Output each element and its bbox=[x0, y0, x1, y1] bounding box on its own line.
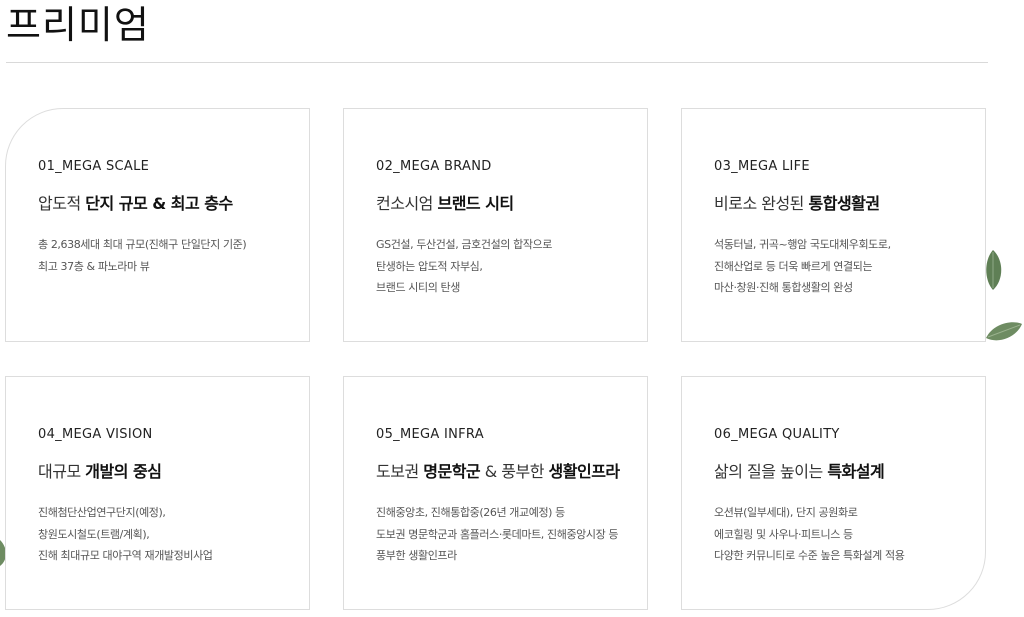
card-number: 01_MEGA SCALE bbox=[38, 159, 150, 174]
feature-card-infra: 05_MEGA INFRA 도보권 명문학군 & 풍부한 생활인프라 진해중앙초… bbox=[343, 376, 648, 610]
card-heading: 삶의 질을 높이는 특화설계 bbox=[714, 462, 885, 481]
card-description: 진해첨단산업연구단지(예정), 창원도시철도(트램/계획), 진해 최대규모 대… bbox=[38, 506, 213, 562]
card-number: 02_MEGA BRAND bbox=[376, 159, 492, 174]
divider bbox=[6, 62, 988, 63]
card-number: 06_MEGA QUALITY bbox=[714, 427, 840, 442]
feature-card-scale: 01_MEGA SCALE 압도적 단지 규모 & 최고 층수 총 2,638세… bbox=[5, 108, 310, 342]
card-description: 총 2,638세대 최대 규모(진해구 단일단지 기준) 최고 37층 & 파노… bbox=[38, 238, 247, 273]
card-heading: 컨소시엄 브랜드 시티 bbox=[376, 194, 514, 213]
card-description: GS건설, 두산건설, 금호건설의 합작으로 탄생하는 압도적 자부심, 브랜드… bbox=[376, 238, 552, 294]
card-heading: 비로소 완성된 통합생활권 bbox=[714, 194, 880, 213]
card-heading: 도보권 명문학군 & 풍부한 생활인프라 bbox=[376, 462, 620, 481]
card-number: 03_MEGA LIFE bbox=[714, 159, 810, 174]
card-description: 오션뷰(일부세대), 단지 공원화로 에코힐링 및 사우나·피트니스 등 다양한… bbox=[714, 506, 905, 562]
feature-card-life: 03_MEGA LIFE 비로소 완성된 통합생활권 석동터널, 귀곡~행암 국… bbox=[681, 108, 986, 342]
card-heading: 대규모 개발의 중심 bbox=[38, 462, 162, 481]
card-number: 04_MEGA VISION bbox=[38, 427, 153, 442]
card-description: 진해중앙초, 진해통합중(26년 개교예정) 등 도보권 명문학군과 홈플러스·… bbox=[376, 506, 619, 562]
card-number: 05_MEGA INFRA bbox=[376, 427, 484, 442]
feature-card-quality: 06_MEGA QUALITY 삶의 질을 높이는 특화설계 오션뷰(일부세대)… bbox=[681, 376, 986, 610]
page-title: 프리미엄 bbox=[6, 3, 150, 47]
feature-card-brand: 02_MEGA BRAND 컨소시엄 브랜드 시티 GS건설, 두산건설, 금호… bbox=[343, 108, 648, 342]
card-heading: 압도적 단지 규모 & 최고 층수 bbox=[38, 194, 233, 213]
feature-card-vision: 04_MEGA VISION 대규모 개발의 중심 진해첨단산업연구단지(예정)… bbox=[5, 376, 310, 610]
leaf-decoration-2 bbox=[986, 322, 1022, 341]
card-description: 석동터널, 귀곡~행암 국도대체우회도로, 진해산업로 등 더욱 빠르게 연결되… bbox=[714, 238, 891, 294]
